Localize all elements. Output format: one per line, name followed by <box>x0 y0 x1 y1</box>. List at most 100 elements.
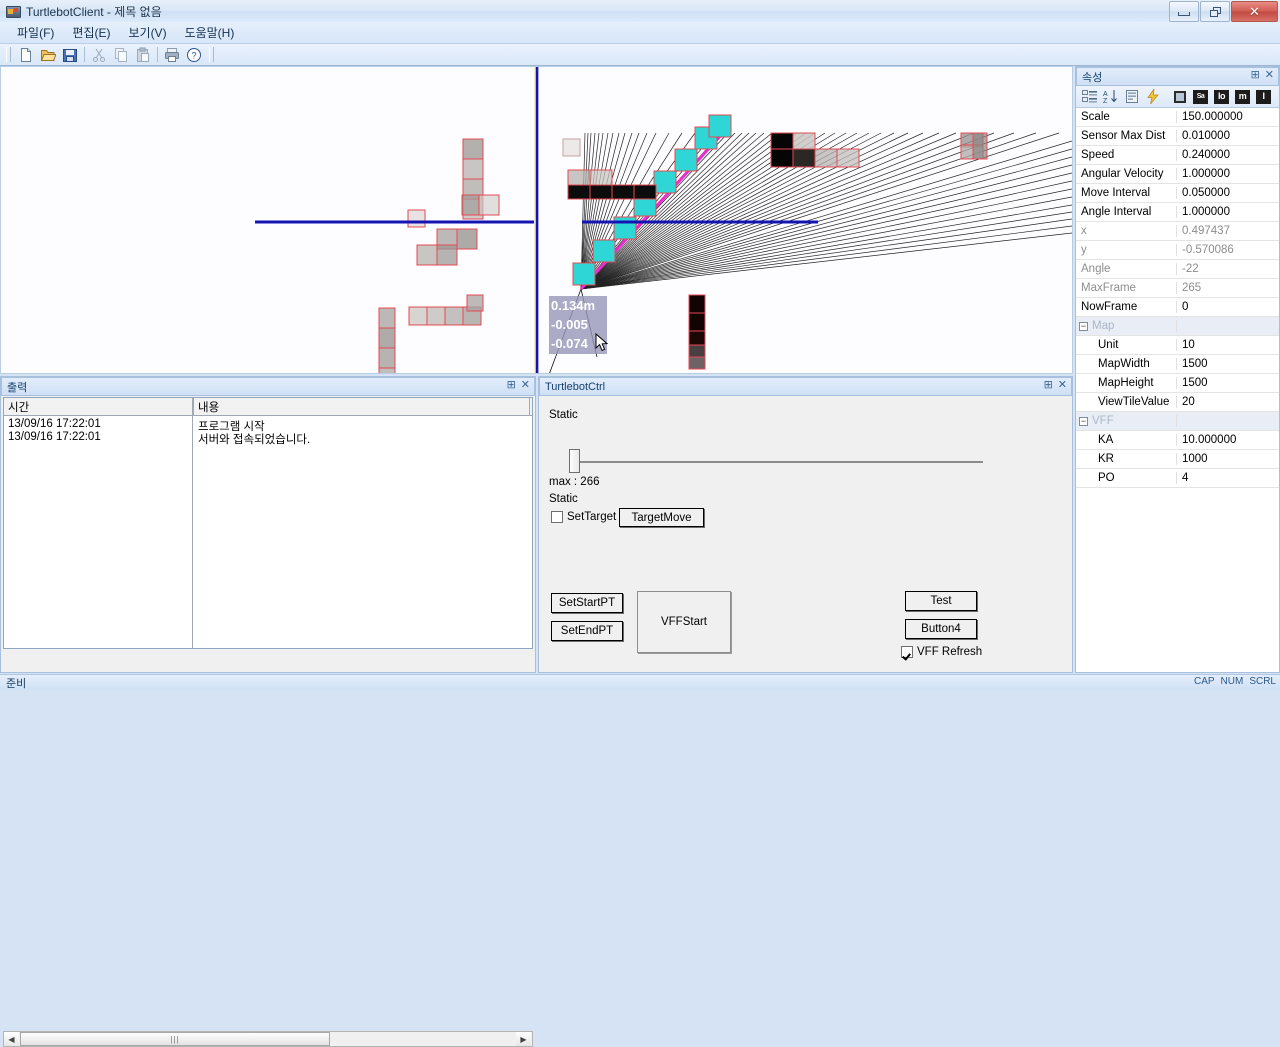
property-name: NowFrame <box>1076 301 1177 313</box>
property-name: Unit <box>1076 339 1177 351</box>
property-row[interactable]: MaxFrame 265 <box>1076 279 1279 298</box>
property-value[interactable]: 1.000000 <box>1177 168 1279 180</box>
stop-icon[interactable] <box>1169 87 1190 106</box>
output-pin-button[interactable]: ⊞ <box>507 380 516 391</box>
map-canvas[interactable] <box>1 67 1072 373</box>
column-header-content[interactable]: 내용 <box>194 398 530 415</box>
cut-icon[interactable] <box>88 45 110 65</box>
property-row[interactable]: Move Interval 0.050000 <box>1076 184 1279 203</box>
property-value[interactable]: 1000 <box>1177 453 1279 465</box>
property-value[interactable]: 1500 <box>1177 377 1279 389</box>
scroll-right-arrow[interactable]: ▶ <box>516 1032 531 1046</box>
vff-refresh-checkbox[interactable]: VFF Refresh <box>901 646 982 658</box>
property-value[interactable]: 1500 <box>1177 358 1279 370</box>
open-icon[interactable] <box>37 45 59 65</box>
vff-refresh-label: VFF Refresh <box>917 646 983 658</box>
scrollbar-thumb[interactable]: ||| <box>20 1032 330 1046</box>
categorized-view-icon[interactable] <box>1079 87 1100 106</box>
column-header-time[interactable]: 시간 <box>4 398 194 415</box>
property-row[interactable]: NowFrame 0 <box>1076 298 1279 317</box>
copy-icon[interactable] <box>110 45 132 65</box>
static-label-1: Static <box>549 409 578 421</box>
property-row[interactable]: Angle Interval 1.000000 <box>1076 203 1279 222</box>
property-value[interactable]: -0.570086 <box>1177 244 1279 256</box>
output-horizontal-scrollbar[interactable]: ◀ ||| ▶ <box>3 1031 533 1047</box>
restore-button[interactable] <box>1200 1 1230 22</box>
vff-start-button[interactable]: VFFStart <box>637 591 731 653</box>
property-row[interactable]: y -0.570086 <box>1076 241 1279 260</box>
button4[interactable]: Button4 <box>905 619 977 639</box>
property-value[interactable]: 0 <box>1177 301 1279 313</box>
property-value[interactable]: 10.000000 <box>1177 434 1279 446</box>
paste-icon[interactable] <box>132 45 154 65</box>
property-row[interactable]: KR 1000 <box>1076 450 1279 469</box>
collapse-icon[interactable]: − <box>1079 321 1088 331</box>
property-pages-icon[interactable] <box>1121 87 1142 106</box>
ctrl-close-button[interactable]: ✕ <box>1058 380 1067 391</box>
properties-list[interactable]: Scale 150.000000 Sensor Max Dist 0.010000 Sp… <box>1076 108 1279 672</box>
property-category-row[interactable]: − VFF <box>1076 412 1279 431</box>
property-row[interactable]: Angle -22 <box>1076 260 1279 279</box>
property-category-row[interactable]: − Map <box>1076 317 1279 336</box>
help-icon[interactable]: ? <box>183 45 205 65</box>
slider-thumb[interactable] <box>569 449 580 473</box>
property-value[interactable]: 0.240000 <box>1177 149 1279 161</box>
menu-help[interactable]: 도움말(H) <box>176 22 244 43</box>
close-button[interactable]: ✕ <box>1231 1 1278 22</box>
grid-column-divider[interactable] <box>192 397 193 648</box>
properties-close-button[interactable]: ✕ <box>1265 70 1274 81</box>
toolbar-grip-2[interactable] <box>209 47 214 62</box>
property-row[interactable]: Unit 10 <box>1076 336 1279 355</box>
table-row[interactable]: 13/09/16 17:22:01 서버와 접속되었습니다. <box>4 431 532 446</box>
map-icon-dark[interactable]: m <box>1232 87 1253 106</box>
map-view[interactable]: 0.134m -0.005 -0.074 <box>0 66 1073 374</box>
property-row[interactable]: MapHeight 1500 <box>1076 374 1279 393</box>
property-row[interactable]: ViewTileValue 20 <box>1076 393 1279 412</box>
frame-slider[interactable] <box>559 449 984 475</box>
collapse-icon[interactable]: − <box>1079 416 1088 426</box>
set-end-pt-button[interactable]: SetEndPT <box>551 621 623 641</box>
alphabetical-sort-icon[interactable]: AZ <box>1100 87 1121 106</box>
property-value[interactable]: 0.497437 <box>1177 225 1279 237</box>
output-close-button[interactable]: ✕ <box>521 380 530 391</box>
properties-pin-button[interactable]: ⊞ <box>1251 70 1260 81</box>
property-value[interactable]: 0.050000 <box>1177 187 1279 199</box>
save-icon-dark[interactable]: Sa <box>1190 87 1211 106</box>
output-log-grid[interactable]: 시간 내용 13/09/16 17:22:01 프로그램 시작 13/09/16… <box>3 397 533 649</box>
info-icon-dark[interactable]: I <box>1253 87 1274 106</box>
property-row[interactable]: Sensor Max Dist 0.010000 <box>1076 127 1279 146</box>
load-icon-dark[interactable]: lo <box>1211 87 1232 106</box>
menu-view[interactable]: 보기(V) <box>119 22 175 43</box>
print-icon[interactable] <box>161 45 183 65</box>
save-icon[interactable] <box>59 45 81 65</box>
set-start-pt-button[interactable]: SetStartPT <box>551 593 623 613</box>
property-row[interactable]: MapWidth 1500 <box>1076 355 1279 374</box>
property-value[interactable]: 265 <box>1177 282 1279 294</box>
property-row[interactable]: PO 4 <box>1076 469 1279 488</box>
ctrl-pin-button[interactable]: ⊞ <box>1044 380 1053 391</box>
property-value[interactable]: 20 <box>1177 396 1279 408</box>
target-move-button[interactable]: TargetMove <box>619 508 704 527</box>
menu-edit[interactable]: 편집(E) <box>63 22 119 43</box>
property-value[interactable]: 4 <box>1177 472 1279 484</box>
property-value[interactable]: 1.000000 <box>1177 206 1279 218</box>
property-value[interactable]: 150.000000 <box>1177 111 1279 123</box>
toolbar-grip[interactable] <box>6 47 11 62</box>
property-value[interactable]: 10 <box>1177 339 1279 351</box>
property-row[interactable]: Scale 150.000000 <box>1076 108 1279 127</box>
test-button[interactable]: Test <box>905 591 977 611</box>
events-icon[interactable] <box>1142 87 1163 106</box>
menu-file[interactable]: 파일(F) <box>8 22 63 43</box>
property-value[interactable]: -22 <box>1177 263 1279 275</box>
new-icon[interactable] <box>15 45 37 65</box>
table-row[interactable]: 13/09/16 17:22:01 프로그램 시작 <box>4 418 532 433</box>
property-row[interactable]: KA 10.000000 <box>1076 431 1279 450</box>
property-row[interactable]: Angular Velocity 1.000000 <box>1076 165 1279 184</box>
property-value[interactable]: 0.010000 <box>1177 130 1279 142</box>
property-row[interactable]: x 0.497437 <box>1076 222 1279 241</box>
minimize-button[interactable] <box>1169 1 1199 22</box>
property-row[interactable]: Speed 0.240000 <box>1076 146 1279 165</box>
set-target-checkbox[interactable]: SetTarget <box>551 511 616 523</box>
scroll-left-arrow[interactable]: ◀ <box>4 1032 19 1046</box>
slider-track[interactable] <box>573 461 983 463</box>
